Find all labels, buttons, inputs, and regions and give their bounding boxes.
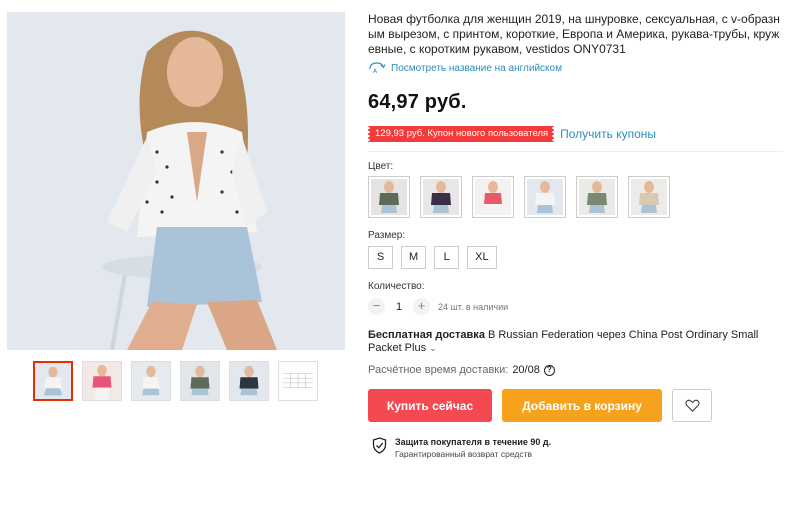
thumbnail-2[interactable]	[82, 361, 122, 401]
color-swatch-5[interactable]	[576, 176, 618, 218]
buyer-protection: Защита покупателя в течение 90 д. Гарант…	[368, 437, 783, 459]
thumbnail-1[interactable]	[33, 361, 73, 401]
size-label: Размер:	[368, 230, 406, 241]
size-options: S M L XL	[368, 246, 783, 269]
divider	[368, 151, 783, 152]
shipping-info: Бесплатная доставка В Russian Federation…	[368, 329, 783, 355]
translate-link-text[interactable]: Посмотреть название на английском	[391, 63, 562, 74]
size-option-m[interactable]: M	[401, 246, 427, 269]
color-swatch-2[interactable]	[420, 176, 462, 218]
thumbnail-6-size-chart[interactable]	[278, 361, 318, 401]
product-info: Новая футболка для женщин 2019, на шнуро…	[366, 12, 783, 459]
free-shipping-label: Бесплатная доставка	[368, 329, 485, 341]
delivery-estimate-label: Расчётное время доставки:	[368, 364, 509, 376]
color-swatch-3[interactable]	[472, 176, 514, 218]
shield-check-icon	[372, 437, 387, 454]
new-user-coupon-badge[interactable]: 129,93 руб. Купон нового пользователя	[366, 126, 556, 142]
product-price: 64,97 руб.	[368, 91, 467, 113]
thumbnail-4[interactable]	[180, 361, 220, 401]
product-title: Новая футболка для женщин 2019, на шнуро…	[368, 12, 780, 56]
buyer-protection-subtitle: Гарантированный возврат средств	[395, 449, 532, 459]
quantity-value[interactable]: 1	[389, 301, 409, 313]
quantity-decrease-button[interactable]: −	[368, 298, 385, 315]
thumbnail-5[interactable]	[229, 361, 269, 401]
help-icon[interactable]: ?	[543, 364, 555, 376]
quantity-increase-button[interactable]: +	[413, 298, 430, 315]
size-option-l[interactable]: L	[434, 246, 460, 269]
translate-icon: A	[368, 61, 386, 75]
buy-now-button[interactable]: Купить сейчас	[368, 389, 492, 422]
add-to-cart-button[interactable]: Добавить в корзину	[502, 389, 662, 422]
wishlist-button[interactable]	[672, 389, 712, 422]
translate-title-link[interactable]: A Посмотреть название на английском	[368, 61, 783, 75]
color-swatch-6[interactable]	[628, 176, 670, 218]
heart-icon	[684, 399, 700, 412]
delivery-estimate-date: 20/08	[512, 364, 540, 376]
quantity-label: Количество:	[368, 281, 425, 292]
color-swatches	[368, 176, 783, 218]
size-option-xl[interactable]: XL	[467, 246, 497, 269]
thumbnail-3[interactable]	[131, 361, 171, 401]
shipping-more-chevron-icon[interactable]: ⌄	[429, 343, 437, 353]
main-product-image[interactable]	[7, 12, 345, 350]
coupon-row: 129,93 руб. Купон нового пользователя По…	[366, 126, 783, 142]
quantity-stepper: − 1 + 24 шт. в наличии	[368, 298, 783, 315]
stock-count: 24 шт. в наличии	[438, 301, 509, 312]
color-label: Цвет:	[368, 161, 394, 172]
svg-text:A: A	[373, 68, 378, 75]
purchase-actions: Купить сейчас Добавить в корзину	[368, 389, 783, 422]
buyer-protection-title: Защита покупателя в течение 90 д.	[395, 437, 552, 447]
color-swatch-1[interactable]	[368, 176, 410, 218]
size-option-s[interactable]: S	[368, 246, 393, 269]
thumbnail-strip	[33, 361, 318, 401]
get-coupons-link[interactable]: Получить купоны	[560, 127, 656, 141]
color-swatch-4[interactable]	[524, 176, 566, 218]
delivery-estimate: Расчётное время доставки: 20/08 ?	[368, 364, 783, 376]
